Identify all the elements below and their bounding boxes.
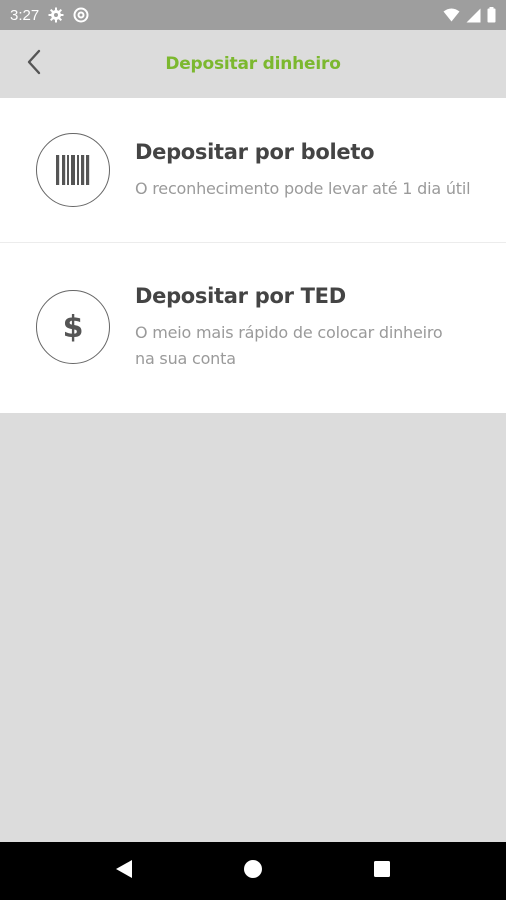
app-bar: Depositar dinheiro <box>0 30 506 98</box>
option-deposit-ted[interactable]: $ Depositar por TED O meio mais rápido d… <box>0 242 506 413</box>
status-time: 3:27 <box>10 6 40 24</box>
recents-square-icon <box>373 860 391 882</box>
nav-home-button[interactable] <box>233 851 273 891</box>
option-deposit-boleto[interactable]: Depositar por boleto O reconhecimento po… <box>0 98 506 242</box>
back-button[interactable] <box>14 44 54 84</box>
signal-icon <box>466 8 481 23</box>
option-title: Depositar por boleto <box>135 140 375 164</box>
nav-recents-button[interactable] <box>362 851 402 891</box>
option-description: O reconhecimento pode levar até 1 dia út… <box>135 179 471 198</box>
nav-back-button[interactable] <box>104 851 144 891</box>
back-triangle-icon <box>115 859 133 883</box>
option-description: O meio mais rápido de colocar dinheiro n… <box>135 323 443 368</box>
option-title: Depositar por TED <box>135 284 346 308</box>
battery-icon <box>487 7 496 23</box>
barcode-icon <box>36 133 110 207</box>
settings-gear-icon <box>48 7 64 23</box>
system-nav-bar <box>0 842 506 900</box>
status-bar: 3:27 <box>0 0 506 30</box>
chevron-left-icon <box>24 48 44 80</box>
wifi-icon <box>443 8 460 22</box>
home-circle-icon <box>243 859 263 883</box>
dollar-icon: $ <box>36 290 110 364</box>
page-title: Depositar dinheiro <box>165 54 341 74</box>
deposit-options-list: Depositar por boleto O reconhecimento po… <box>0 98 506 413</box>
at-sign-icon <box>73 7 89 23</box>
